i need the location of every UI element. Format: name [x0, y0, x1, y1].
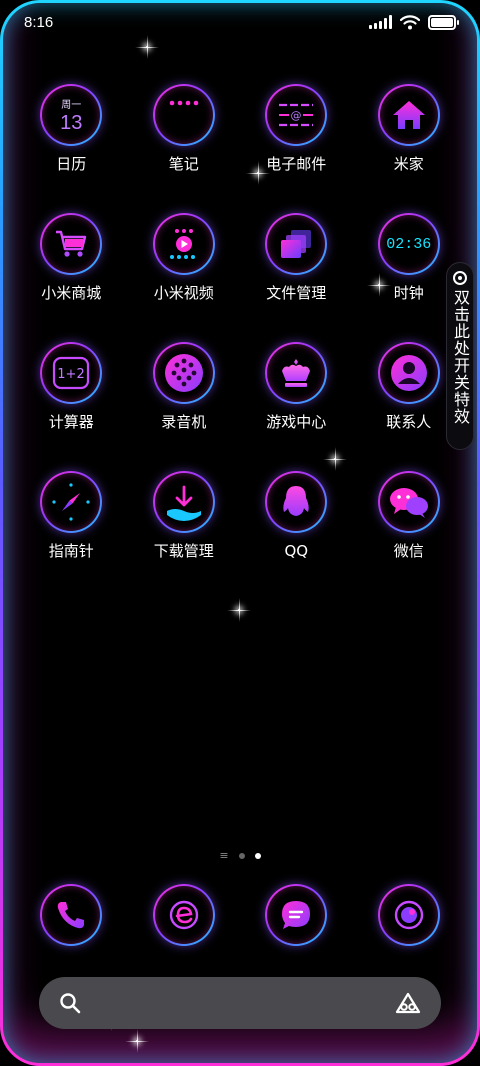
app-mi-store[interactable]: 小米商城: [15, 213, 128, 342]
app-notes[interactable]: 笔记: [128, 84, 241, 213]
qq-penguin-icon: [265, 471, 327, 533]
app-label: 笔记: [168, 155, 199, 173]
contacts-icon: [378, 342, 440, 404]
recorder-icon: [153, 342, 215, 404]
assistant-icon[interactable]: [395, 992, 421, 1014]
notes-icon: [153, 84, 215, 146]
search-icon[interactable]: [59, 992, 81, 1014]
calculator-icon: 1+2: [40, 342, 102, 404]
shopping-cart-icon: [40, 213, 102, 275]
app-label: 时钟: [393, 284, 424, 302]
app-wechat[interactable]: 微信: [353, 471, 466, 600]
app-label: 微信: [393, 542, 424, 560]
sparkle-decoration: [135, 35, 159, 59]
app-file-manager[interactable]: 文件管理: [240, 213, 353, 342]
page-indicator[interactable]: ≡: [0, 849, 480, 862]
status-time: 8:16: [24, 13, 54, 31]
email-icon: @: [265, 84, 327, 146]
search-bar[interactable]: [39, 977, 441, 1029]
app-mi-home[interactable]: 米家: [353, 84, 466, 213]
browser-icon: [153, 884, 215, 946]
app-label: 下载管理: [153, 542, 214, 560]
app-label: 录音机: [161, 413, 207, 431]
signal-icon: [369, 15, 392, 29]
app-game-center[interactable]: 游戏中心: [240, 342, 353, 471]
clock-time: 02:36: [386, 235, 432, 253]
dock-camera[interactable]: [353, 884, 466, 950]
record-dot-icon: [453, 271, 467, 285]
dock: [15, 884, 465, 950]
app-label: 指南针: [48, 542, 94, 560]
dock-messages[interactable]: [240, 884, 353, 950]
app-label: 计算器: [48, 413, 94, 431]
calc-text: 1+2: [58, 367, 85, 382]
app-label: 日历: [56, 155, 87, 173]
clock-icon: 02:36: [378, 213, 440, 275]
app-label: 小米商城: [41, 284, 102, 302]
status-bar: 8:16: [24, 10, 459, 34]
app-label: 电子邮件: [266, 155, 327, 173]
calendar-weekday: 周一: [61, 100, 82, 111]
app-compass[interactable]: 指南针: [15, 471, 128, 600]
compass-icon: [40, 471, 102, 533]
page-dot-active[interactable]: [254, 853, 261, 859]
app-label: 小米视频: [153, 284, 214, 302]
app-grid: 周一 13 日历 笔记 @ 电子邮件 米家 小米商城 小米视频 文件管理 02:…: [15, 84, 465, 600]
app-qq[interactable]: QQ: [240, 471, 353, 600]
app-label: QQ: [284, 542, 309, 560]
calendar-day: 13: [60, 112, 83, 134]
wechat-icon: [378, 471, 440, 533]
calendar-icon: 周一 13: [40, 84, 102, 146]
camera-icon: [378, 884, 440, 946]
svg-text:@: @: [291, 109, 302, 122]
app-download-manager[interactable]: 下载管理: [128, 471, 241, 600]
download-icon: [153, 471, 215, 533]
effects-toggle-text: 双击此处开关特效: [451, 289, 470, 425]
app-mi-video[interactable]: 小米视频: [128, 213, 241, 342]
phone-icon: [40, 884, 102, 946]
app-calculator[interactable]: 1+2 计算器: [15, 342, 128, 471]
game-crown-icon: [265, 342, 327, 404]
files-icon: [265, 213, 327, 275]
effects-toggle-tab[interactable]: 双击此处开关特效: [446, 262, 474, 450]
dock-browser[interactable]: [128, 884, 241, 950]
app-label: 游戏中心: [266, 413, 327, 431]
page-dot[interactable]: [238, 853, 245, 859]
app-label: 联系人: [386, 413, 432, 431]
wifi-icon: [400, 15, 420, 30]
app-label: 米家: [393, 155, 424, 173]
sparkle-decoration: [125, 1029, 149, 1053]
sparkle-decoration: [227, 598, 251, 622]
messages-icon: [265, 884, 327, 946]
battery-icon: [428, 14, 459, 30]
dock-phone[interactable]: [15, 884, 128, 950]
app-recorder[interactable]: 录音机: [128, 342, 241, 471]
app-label: 文件管理: [266, 284, 327, 302]
menu-lines-icon: ≡: [219, 849, 229, 862]
app-email[interactable]: @ 电子邮件: [240, 84, 353, 213]
home-icon: [378, 84, 440, 146]
app-calendar[interactable]: 周一 13 日历: [15, 84, 128, 213]
video-icon: [153, 213, 215, 275]
